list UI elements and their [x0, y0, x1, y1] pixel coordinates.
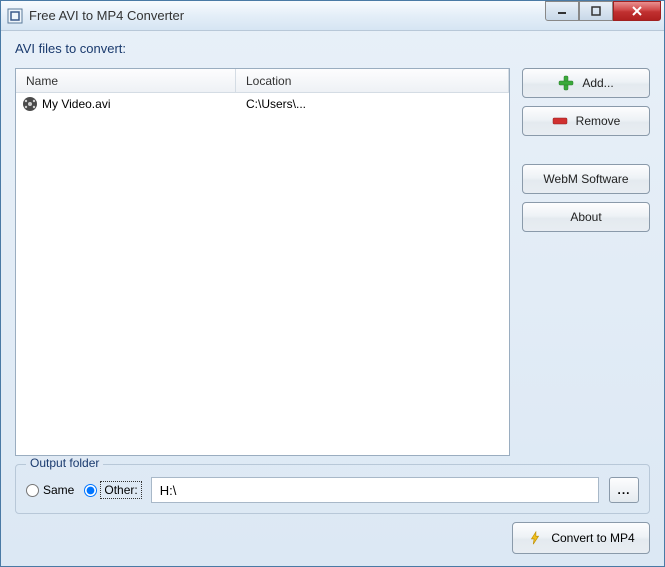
- webm-software-button[interactable]: WebM Software: [522, 164, 650, 194]
- file-listview[interactable]: Name Location: [15, 68, 510, 456]
- same-radio[interactable]: [26, 484, 39, 497]
- add-button-label: Add...: [582, 76, 613, 90]
- listview-header: Name Location: [16, 69, 509, 93]
- side-buttons: Add... Remove WebM Software About: [522, 68, 650, 456]
- other-radio-label: Other:: [101, 482, 140, 498]
- about-button-label: About: [570, 210, 601, 224]
- content-area: AVI files to convert: Name Location: [1, 31, 664, 566]
- other-radio-wrap[interactable]: Other:: [84, 482, 140, 498]
- column-header-name[interactable]: Name: [16, 69, 236, 92]
- file-name-cell: My Video.avi: [16, 96, 236, 112]
- output-path-input[interactable]: [151, 477, 599, 503]
- browse-button[interactable]: ...: [609, 477, 639, 503]
- files-section-label: AVI files to convert:: [15, 41, 650, 56]
- file-name-text: My Video.avi: [42, 97, 110, 111]
- window-controls: [545, 1, 664, 30]
- plus-icon: [558, 75, 574, 91]
- maximize-button[interactable]: [579, 1, 613, 21]
- other-radio[interactable]: [84, 484, 97, 497]
- spacer: [522, 144, 650, 156]
- file-location-cell: C:\Users\...: [236, 97, 509, 111]
- app-window: Free AVI to MP4 Converter AVI files to c…: [0, 0, 665, 567]
- app-icon: [7, 8, 23, 24]
- output-row: Same Other: ...: [26, 477, 639, 503]
- remove-button[interactable]: Remove: [522, 106, 650, 136]
- webm-button-label: WebM Software: [543, 172, 628, 186]
- video-file-icon: [22, 96, 38, 112]
- output-group-title: Output folder: [26, 456, 103, 470]
- browse-button-label: ...: [617, 483, 630, 497]
- close-button[interactable]: [613, 1, 661, 21]
- same-radio-label: Same: [43, 483, 74, 497]
- listview-body: My Video.avi C:\Users\...: [16, 93, 509, 455]
- remove-button-label: Remove: [576, 114, 621, 128]
- footer-row: Convert to MP4: [15, 522, 650, 554]
- titlebar: Free AVI to MP4 Converter: [1, 1, 664, 31]
- minus-icon: [552, 113, 568, 129]
- lightning-icon: [527, 530, 543, 546]
- table-row[interactable]: My Video.avi C:\Users\...: [16, 93, 509, 115]
- output-folder-group: Output folder Same Other: ...: [15, 464, 650, 514]
- add-button[interactable]: Add...: [522, 68, 650, 98]
- column-header-location[interactable]: Location: [236, 69, 509, 92]
- about-button[interactable]: About: [522, 202, 650, 232]
- convert-button-label: Convert to MP4: [551, 531, 634, 545]
- files-row: Name Location: [15, 68, 650, 456]
- minimize-button[interactable]: [545, 1, 579, 21]
- same-radio-wrap[interactable]: Same: [26, 483, 74, 497]
- convert-button[interactable]: Convert to MP4: [512, 522, 650, 554]
- window-title: Free AVI to MP4 Converter: [29, 8, 545, 23]
